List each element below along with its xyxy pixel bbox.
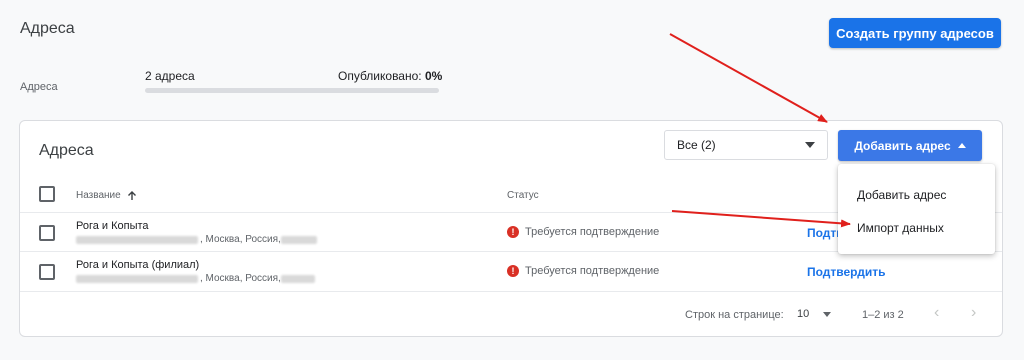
redacted-text bbox=[76, 235, 198, 244]
column-name-label: Название bbox=[76, 190, 121, 201]
rows-per-page-label: Строк на странице: bbox=[685, 309, 784, 321]
chevron-right-icon[interactable]: › bbox=[971, 304, 976, 322]
filter-value: Все (2) bbox=[677, 138, 716, 152]
select-all-checkbox[interactable] bbox=[39, 186, 55, 202]
row-status: ! Требуется подтверждение bbox=[507, 226, 659, 238]
redacted-text bbox=[76, 274, 198, 283]
page-range: 1–2 из 2 bbox=[862, 309, 904, 321]
create-address-group-button[interactable]: Создать группу адресов bbox=[829, 18, 1001, 48]
published-label: Опубликовано: bbox=[338, 69, 422, 83]
row-address-text: , Москва, Россия, bbox=[200, 234, 281, 245]
published-value: 0% bbox=[424, 69, 443, 83]
summary-label: Адреса bbox=[20, 81, 58, 93]
row-address-text: , Москва, Россия, bbox=[200, 273, 281, 284]
address-count: 2 адреса bbox=[145, 69, 195, 83]
caret-up-icon bbox=[957, 143, 966, 148]
row-checkbox[interactable] bbox=[39, 225, 55, 241]
rows-per-page-select[interactable]: 10 bbox=[797, 308, 832, 320]
caret-down-icon bbox=[805, 142, 815, 148]
redacted-text bbox=[280, 274, 315, 283]
arrow-up-icon bbox=[127, 190, 136, 200]
rows-per-page-value: 10 bbox=[797, 308, 810, 320]
row-status: ! Требуется подтверждение bbox=[507, 265, 659, 277]
caret-down-icon bbox=[823, 311, 832, 317]
redacted-text bbox=[280, 235, 317, 244]
add-address-button[interactable]: Добавить адрес bbox=[838, 130, 982, 161]
column-header-name[interactable]: Название bbox=[76, 190, 137, 201]
row-name[interactable]: Рога и Копыта bbox=[76, 220, 149, 232]
annotation-arrow bbox=[669, 33, 828, 123]
card-title: Адреса bbox=[39, 142, 94, 159]
page-title: Адреса bbox=[20, 20, 75, 37]
chevron-left-icon[interactable]: ‹ bbox=[934, 304, 939, 322]
row-status-text: Требуется подтверждение bbox=[525, 226, 660, 238]
menu-item-add-address[interactable]: Добавить адрес bbox=[838, 178, 995, 211]
row-divider bbox=[20, 291, 1002, 292]
row-address: , Москва, Россия, bbox=[76, 234, 319, 245]
row-name[interactable]: Рога и Копыта (филиал) bbox=[76, 259, 199, 271]
row-status-text: Требуется подтверждение bbox=[525, 265, 660, 277]
column-header-status: Статус bbox=[507, 190, 539, 201]
row-address: , Москва, Россия, bbox=[76, 273, 317, 284]
filter-select[interactable]: Все (2) bbox=[664, 130, 828, 160]
error-icon: ! bbox=[507, 226, 519, 238]
menu-item-import-data[interactable]: Импорт данных bbox=[838, 211, 995, 244]
published-progress-bar bbox=[145, 88, 439, 93]
add-address-label: Добавить адрес bbox=[854, 138, 951, 153]
confirm-link[interactable]: Подтвердить bbox=[807, 265, 885, 279]
row-checkbox[interactable] bbox=[39, 264, 55, 280]
published-status: Опубликовано: 0% bbox=[338, 69, 442, 83]
add-address-menu: Добавить адрес Импорт данных bbox=[838, 164, 995, 254]
error-icon: ! bbox=[507, 265, 519, 277]
